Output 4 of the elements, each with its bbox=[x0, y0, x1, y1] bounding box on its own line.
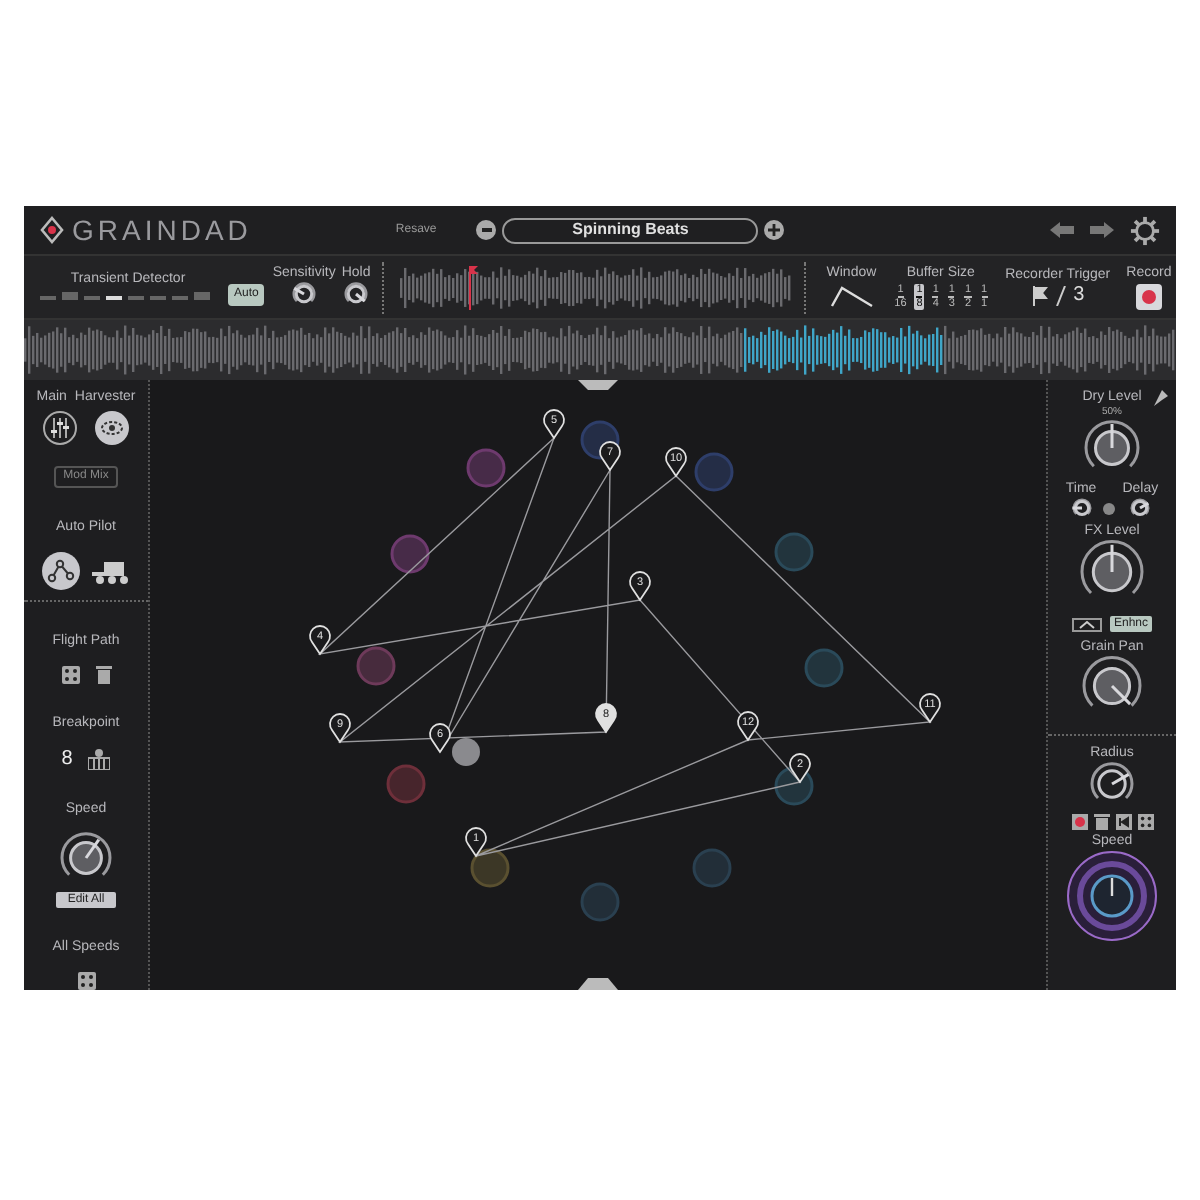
preset-name-field[interactable]: Spinning Beats bbox=[502, 217, 759, 243]
logo-text: GRAINDAD bbox=[72, 211, 252, 249]
recorder-trigger-value[interactable]: 3 bbox=[1073, 286, 1085, 306]
breakpoint-value[interactable]: 8 bbox=[61, 749, 73, 769]
